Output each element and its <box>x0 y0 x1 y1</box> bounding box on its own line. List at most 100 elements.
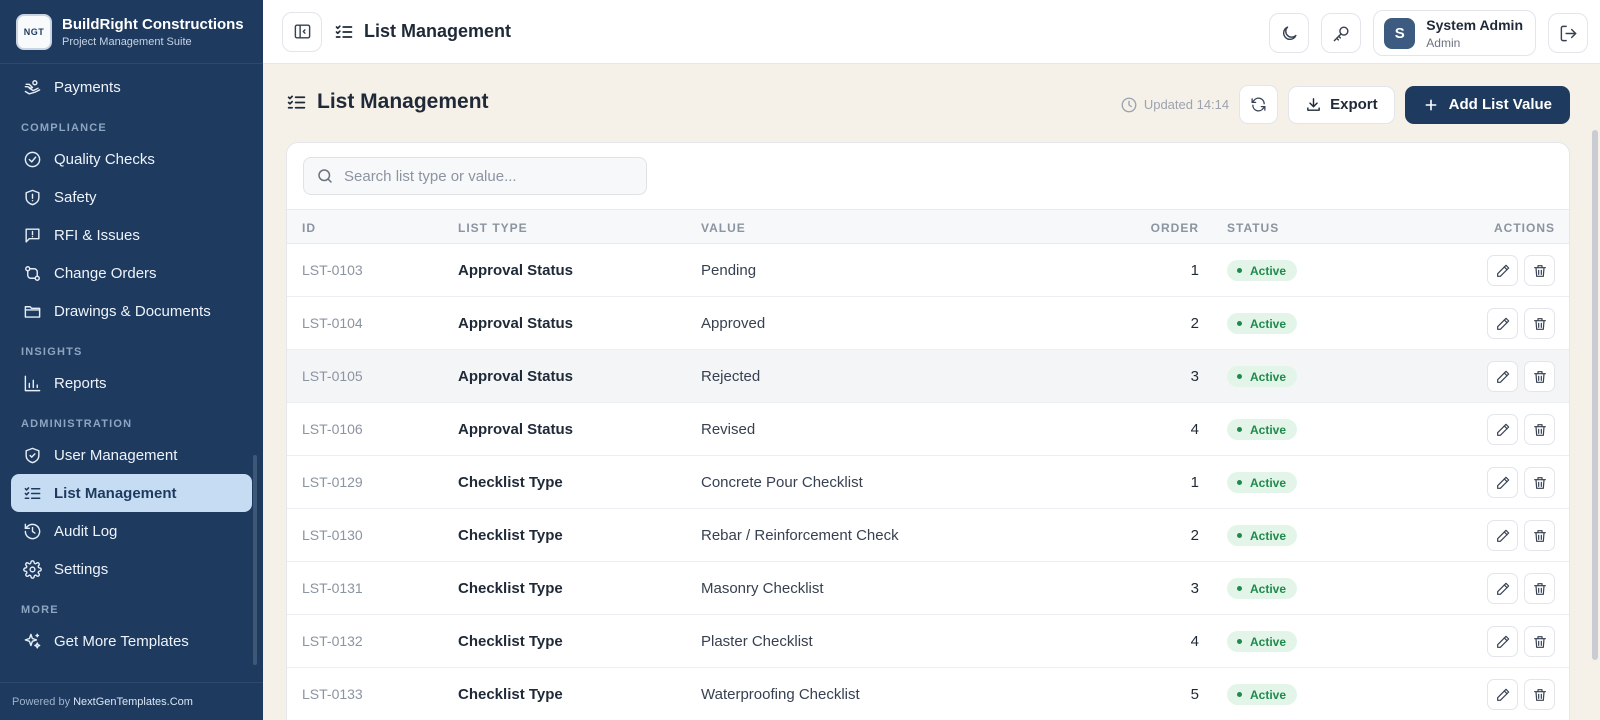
delete-button[interactable] <box>1524 361 1555 392</box>
sparkles-icon <box>24 633 41 649</box>
list-checks-icon <box>24 486 41 499</box>
table-row[interactable]: LST-0106 Approval Status Revised 4 Activ… <box>287 403 1569 456</box>
table-row[interactable]: LST-0129 Checklist Type Concrete Pour Ch… <box>287 456 1569 509</box>
table-row[interactable]: LST-0105 Approval Status Rejected 3 Acti… <box>287 350 1569 403</box>
table-row[interactable]: LST-0131 Checklist Type Masonry Checklis… <box>287 562 1569 615</box>
status-dot-icon <box>1237 692 1242 697</box>
theme-toggle-button[interactable] <box>1269 13 1310 53</box>
delete-button[interactable] <box>1524 467 1555 498</box>
status-dot-icon <box>1237 639 1242 644</box>
edit-button[interactable] <box>1487 361 1518 392</box>
change-password-button[interactable] <box>1321 13 1362 53</box>
cell-value: Approved <box>701 315 766 332</box>
column-header-order[interactable]: ORDER <box>1151 221 1199 235</box>
sidebar-item-user-management[interactable]: User Management <box>11 436 252 474</box>
column-header-status[interactable]: STATUS <box>1227 221 1279 235</box>
edit-button[interactable] <box>1487 255 1518 286</box>
edit-button[interactable] <box>1487 414 1518 445</box>
pencil-icon <box>1496 264 1509 277</box>
brand: NGT BuildRight Constructions Project Man… <box>0 0 263 64</box>
avatar: S <box>1384 17 1416 49</box>
sidebar-item-audit-log[interactable]: Audit Log <box>11 512 252 550</box>
column-header-value[interactable]: VALUE <box>701 221 746 235</box>
search-input[interactable] <box>344 167 634 185</box>
sidebar-item-safety[interactable]: Safety <box>11 178 252 216</box>
sidebar-item-payments[interactable]: Payments <box>11 68 252 106</box>
status-badge: Active <box>1227 631 1298 652</box>
column-header-list-type[interactable]: LIST TYPE <box>458 221 528 235</box>
section-administration: ADMINISTRATION <box>21 418 133 430</box>
user-menu[interactable]: S System Admin Admin <box>1373 10 1536 56</box>
edit-button[interactable] <box>1487 626 1518 657</box>
delete-button[interactable] <box>1524 573 1555 604</box>
delete-button[interactable] <box>1524 414 1555 445</box>
cell-value: Masonry Checklist <box>701 580 824 597</box>
edit-button[interactable] <box>1487 467 1518 498</box>
sidebar-item-reports[interactable]: Reports <box>11 364 252 402</box>
delete-button[interactable] <box>1524 679 1555 710</box>
delete-button[interactable] <box>1524 626 1555 657</box>
delete-button[interactable] <box>1524 308 1555 339</box>
payments-icon <box>24 79 41 95</box>
download-icon <box>1307 98 1320 111</box>
edit-button[interactable] <box>1487 520 1518 551</box>
sidebar-nav: Payments COMPLIANCE Quality Checks Safet… <box>0 64 263 660</box>
folder-icon <box>24 305 41 318</box>
sidebar-footer: Powered by NextGenTemplates.Com <box>0 682 263 720</box>
footer-link[interactable]: NextGenTemplates.Com <box>73 696 193 708</box>
table-row[interactable]: LST-0103 Approval Status Pending 1 Activ… <box>287 244 1569 297</box>
edit-button[interactable] <box>1487 573 1518 604</box>
page-scrollbar[interactable] <box>1592 130 1598 660</box>
status-badge: Active <box>1227 419 1298 440</box>
column-header-actions: ACTIONS <box>1494 221 1555 235</box>
list-checks-icon <box>335 24 353 38</box>
sidebar-item-change-orders[interactable]: Change Orders <box>11 254 252 292</box>
cell-value: Plaster Checklist <box>701 633 813 650</box>
edit-button[interactable] <box>1487 308 1518 339</box>
sidebar-item-templates[interactable]: Get More Templates <box>11 622 252 660</box>
table-header: ID LIST TYPE VALUE ORDER STATUS ACTIONS <box>287 209 1569 244</box>
status-dot-icon <box>1237 533 1242 538</box>
trash-icon <box>1533 476 1546 489</box>
sidebar-item-list-management[interactable]: List Management <box>11 474 252 512</box>
shield-check-icon <box>25 447 40 463</box>
status-badge: Active <box>1227 260 1298 281</box>
cell-order: 2 <box>1190 527 1199 544</box>
export-button[interactable]: Export <box>1288 85 1395 124</box>
sidebar-item-settings[interactable]: Settings <box>11 550 252 588</box>
status-badge: Active <box>1227 684 1298 705</box>
status-badge: Active <box>1227 472 1298 493</box>
status-dot-icon <box>1237 586 1242 591</box>
cell-order: 5 <box>1190 686 1199 703</box>
table-row[interactable]: LST-0104 Approval Status Approved 2 Acti… <box>287 297 1569 350</box>
column-header-id[interactable]: ID <box>302 221 316 235</box>
pencil-icon <box>1496 423 1509 436</box>
cell-value: Concrete Pour Checklist <box>701 474 863 491</box>
cell-order: 2 <box>1190 315 1199 332</box>
table-row[interactable]: LST-0130 Checklist Type Rebar / Reinforc… <box>287 509 1569 562</box>
status-dot-icon <box>1237 480 1242 485</box>
page-title: List Management <box>286 90 489 114</box>
sidebar-toggle-button[interactable] <box>282 11 322 52</box>
git-compare-icon <box>25 265 40 281</box>
status-badge: Active <box>1227 366 1298 387</box>
sidebar-scrollbar[interactable] <box>253 455 257 665</box>
add-list-value-button[interactable]: Add List Value <box>1404 85 1570 124</box>
table-row[interactable]: LST-0133 Checklist Type Waterproofing Ch… <box>287 668 1569 720</box>
cell-order: 4 <box>1190 633 1199 650</box>
table-row[interactable]: LST-0132 Checklist Type Plaster Checklis… <box>287 615 1569 668</box>
status-badge: Active <box>1227 313 1298 334</box>
pencil-icon <box>1496 635 1509 648</box>
edit-button[interactable] <box>1487 679 1518 710</box>
check-circle-icon <box>24 151 41 167</box>
delete-button[interactable] <box>1524 520 1555 551</box>
section-compliance: COMPLIANCE <box>21 122 107 134</box>
trash-icon <box>1533 582 1546 595</box>
sidebar-item-quality-checks[interactable]: Quality Checks <box>11 140 252 178</box>
delete-button[interactable] <box>1524 255 1555 286</box>
sidebar-item-rfi[interactable]: RFI & Issues <box>11 216 252 254</box>
logout-button[interactable] <box>1548 13 1588 53</box>
status-dot-icon <box>1237 374 1242 379</box>
refresh-button[interactable] <box>1239 85 1279 124</box>
sidebar-item-drawings[interactable]: Drawings & Documents <box>11 292 252 330</box>
